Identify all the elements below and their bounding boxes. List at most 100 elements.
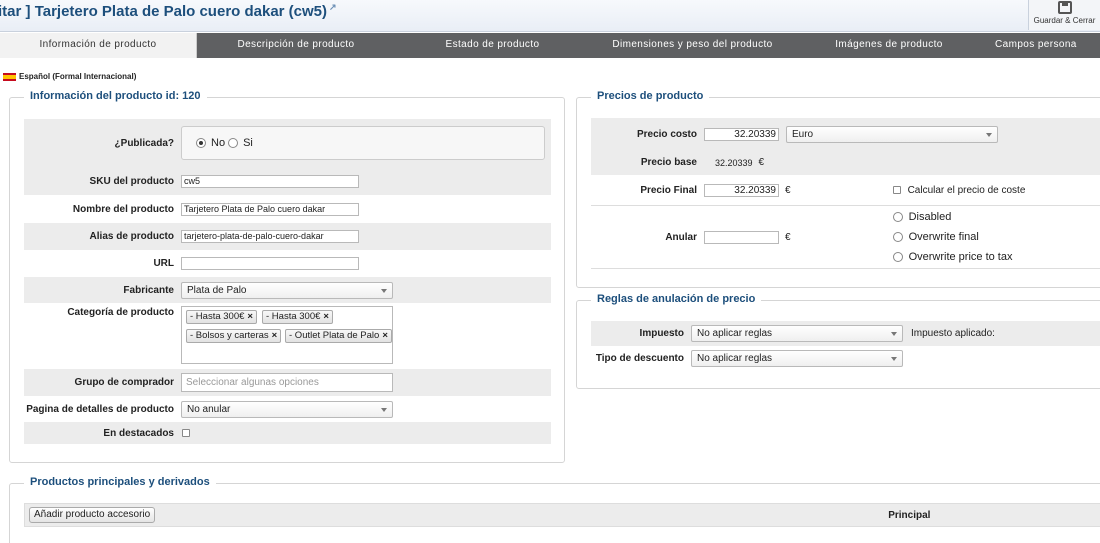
- url-label: URL: [153, 258, 174, 269]
- category-chip: - Outlet Plata de Palo ×: [285, 329, 392, 343]
- category-chip: - Hasta 300€ ×: [262, 310, 333, 324]
- calc-cost-label: Calcular el precio de coste: [907, 184, 1026, 196]
- cost-label: Precio costo: [636, 128, 697, 140]
- add-accessory-button[interactable]: Añadir producto accesorio: [29, 507, 156, 523]
- category-row: Categoría de producto - Hasta 300€ × - Ha…: [24, 303, 551, 369]
- price-rules-fieldset: Reglas de anulación de precio Impuesto N…: [576, 293, 1100, 389]
- featured-row: En destacados: [24, 422, 551, 444]
- chevron-down-icon: [891, 357, 897, 361]
- tab-images[interactable]: Imágenes de producto: [795, 33, 983, 58]
- tab-product-info[interactable]: Información de producto: [0, 33, 197, 58]
- save-disk-icon: [1057, 1, 1072, 14]
- name-input[interactable]: Tarjetero Plata de Palo cuero dakar: [181, 202, 359, 216]
- currency-select[interactable]: Euro: [786, 125, 998, 143]
- remove-icon[interactable]: ×: [272, 330, 278, 341]
- override-option-label: Disabled: [908, 211, 952, 223]
- category-chip-label: - Hasta 300€: [266, 311, 321, 322]
- final-price-label: Precio Final: [640, 184, 697, 196]
- tax-applied-label: Impuesto aplicado:: [911, 328, 995, 339]
- override-final-radio[interactable]: [892, 232, 903, 242]
- override-disabled-radio[interactable]: [892, 212, 903, 222]
- related-products-fieldset: Productos principales y derivados Añadir…: [9, 476, 1100, 543]
- override-currency: €: [785, 231, 791, 243]
- manufacturer-label: Fabricante: [123, 284, 174, 296]
- name-label: Nombre del producto: [72, 203, 174, 215]
- sku-label: SKU del producto: [89, 175, 174, 187]
- override-option-label: Overwrite final: [908, 231, 979, 243]
- published-row: ¿Publicada? No Si: [24, 119, 551, 167]
- final-price-input[interactable]: 32.20339: [704, 183, 779, 197]
- discount-row: Tipo de descuento No aplicar reglas: [591, 346, 1100, 371]
- tab-description[interactable]: Descripción de producto: [197, 33, 395, 58]
- chevron-down-icon: [381, 288, 387, 293]
- product-title: Tarjetero Plata de Palo cuero dakar (cw5…: [34, 3, 328, 20]
- published-label: ¿Publicada?: [114, 137, 174, 149]
- related-header-row: Añadir producto accesorio Principal: [24, 503, 1100, 527]
- calc-cost-checkbox[interactable]: [892, 186, 901, 194]
- related-products-legend: Productos principales y derivados: [24, 476, 216, 488]
- category-multiselect[interactable]: - Hasta 300€ × - Hasta 300€ × - Bolsos y c…: [181, 306, 393, 364]
- published-no-label: No: [211, 137, 226, 149]
- base-price-currency: €: [758, 157, 765, 168]
- discount-select[interactable]: No aplicar reglas: [691, 350, 903, 367]
- save-close-label: Guardar & Cerrar: [1033, 16, 1096, 25]
- tax-label: Impuesto: [639, 328, 684, 339]
- discount-value: No aplicar reglas: [697, 353, 773, 364]
- tax-value: No aplicar reglas: [697, 328, 773, 339]
- breadcrumb-prefix: itar ]: [0, 3, 31, 20]
- page-title: itar ] Tarjetero Plata de Palo cuero dak…: [0, 2, 337, 20]
- buyer-group-row: Grupo de comprador Seleccionar algunas o…: [24, 369, 551, 396]
- alias-input[interactable]: tarjetero-plata-de-palo-cuero-dakar: [181, 230, 359, 243]
- published-si-radio[interactable]: [228, 138, 239, 148]
- language-label: Español (Formal Internacional): [19, 72, 137, 81]
- override-option-label: Overwrite price to tax: [908, 251, 1013, 263]
- tab-dimensions[interactable]: Dimensiones y peso del producto: [590, 33, 795, 58]
- category-chip: - Hasta 300€ ×: [186, 310, 257, 324]
- published-no-radio[interactable]: [196, 138, 206, 148]
- language-indicator: Español (Formal Internacional): [3, 72, 136, 81]
- buyer-group-input[interactable]: Seleccionar algunas opciones: [181, 373, 393, 392]
- remove-icon[interactable]: ×: [247, 311, 253, 322]
- details-page-select[interactable]: No anular: [181, 400, 393, 418]
- category-chip-label: - Hasta 300€: [190, 311, 245, 322]
- tab-custom-fields[interactable]: Campos persona: [983, 33, 1100, 58]
- cost-input[interactable]: 32.20339: [704, 127, 779, 141]
- featured-checkbox[interactable]: [182, 429, 190, 437]
- tax-select[interactable]: No aplicar reglas: [691, 325, 903, 342]
- base-price-value: 32.20339: [715, 157, 753, 168]
- product-info-fieldset: Información del producto id: 120 ¿Public…: [9, 90, 565, 463]
- sku-row: SKU del producto cw5: [24, 167, 551, 195]
- save-close-button[interactable]: Guardar & Cerrar: [1028, 0, 1100, 30]
- category-chip-label: - Outlet Plata de Palo: [289, 330, 380, 341]
- buyer-group-label: Grupo de comprador: [74, 377, 174, 388]
- sku-input[interactable]: cw5: [181, 174, 359, 188]
- final-price-row: Precio Final 32.20339 € Calcular el prec…: [591, 175, 1100, 205]
- discount-label: Tipo de descuento: [595, 353, 684, 364]
- alias-label: Alias de producto: [89, 231, 174, 242]
- chevron-down-icon: [381, 407, 387, 412]
- url-input[interactable]: [181, 257, 359, 270]
- alias-row: Alias de producto tarjetero-plata-de-pal…: [24, 223, 551, 250]
- tab-status[interactable]: Estado de producto: [395, 33, 590, 58]
- manufacturer-row: Fabricante Plata de Palo: [24, 277, 551, 303]
- remove-icon[interactable]: ×: [382, 330, 388, 341]
- details-page-label: Pagina de detalles de producto: [26, 403, 174, 415]
- tab-bar: Información de producto Descripción de p…: [0, 33, 1100, 58]
- chevron-down-icon: [986, 132, 992, 137]
- override-input[interactable]: [704, 230, 779, 244]
- remove-icon[interactable]: ×: [323, 311, 329, 322]
- details-page-value: No anular: [187, 403, 231, 415]
- external-link-icon[interactable]: ↗: [329, 2, 337, 12]
- prices-fieldset: Precios de producto Precio costo 32.2033…: [576, 90, 1100, 288]
- details-page-row: Pagina de detalles de producto No anular: [24, 396, 551, 422]
- spain-flag-icon: [3, 72, 16, 81]
- published-radio-group: No Si: [181, 126, 545, 160]
- principal-header: Principal: [888, 509, 931, 521]
- final-price-currency: €: [785, 184, 791, 196]
- manufacturer-value: Plata de Palo: [187, 284, 247, 296]
- category-label: Categoría de producto: [67, 307, 174, 318]
- override-tax-radio[interactable]: [892, 252, 903, 262]
- page-header: itar ] Tarjetero Plata de Palo cuero dak…: [0, 0, 1100, 32]
- featured-label: En destacados: [103, 427, 174, 439]
- manufacturer-select[interactable]: Plata de Palo: [181, 281, 393, 299]
